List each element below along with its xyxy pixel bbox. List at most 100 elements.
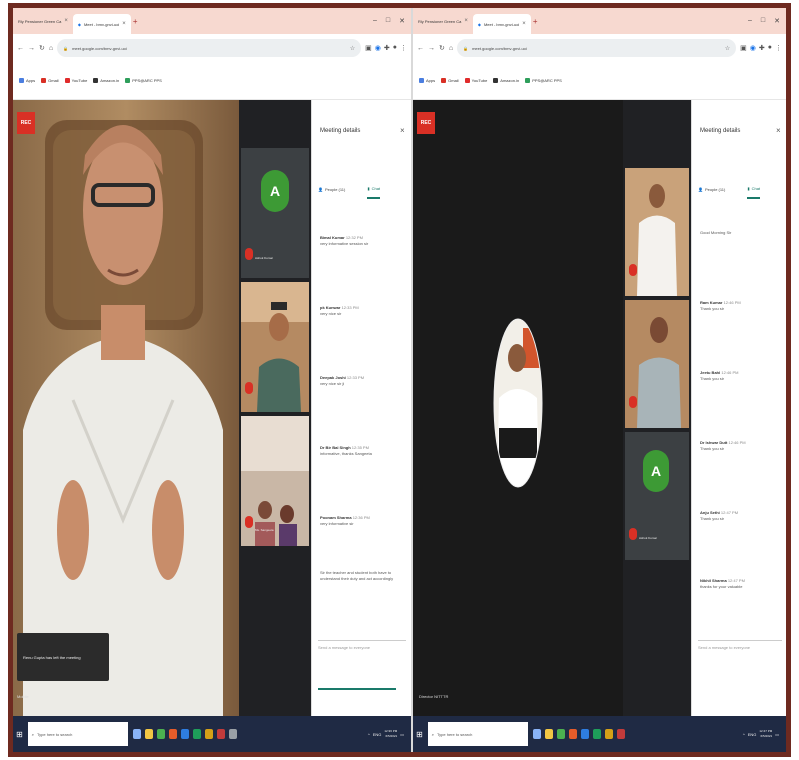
excel-icon[interactable] [592,729,601,739]
self-name-label: Director NITTTR [419,694,449,699]
close-window-icon[interactable]: ✕ [774,17,780,25]
tab-chat[interactable]: ▮ Chat [747,186,761,199]
maximize-icon[interactable]: □ [761,17,765,25]
search-icon: ⌕ [31,731,34,737]
bookmark-gmail[interactable]: Gmail [41,78,59,83]
word-icon[interactable] [180,729,189,739]
minimize-icon[interactable]: – [748,17,752,25]
up-arrow-icon[interactable]: ^ [368,732,370,737]
bookmark-youtube[interactable]: YouTube [464,78,487,83]
back-icon[interactable]: ← [17,45,24,52]
close-window-icon[interactable]: ✕ [399,17,405,25]
excel-icon[interactable] [192,729,201,739]
minimize-icon[interactable]: – [373,17,377,25]
browser-tab[interactable]: Rly Pensioner Green Ca × [413,11,473,31]
close-icon[interactable]: × [400,126,405,135]
new-tab-icon[interactable]: + [533,17,538,26]
clock[interactable]: 12:36 PM 6/5/2021 [384,729,397,739]
chat-icon: ▮ [747,186,750,191]
windows-start-icon[interactable]: ⊞ [416,730,423,739]
close-icon[interactable]: × [776,126,781,135]
notification-icon[interactable]: ▭ [775,732,779,737]
home-icon[interactable]: ⌂ [449,45,453,52]
tab-people[interactable]: 👤 People (11) [698,186,725,199]
tab-label: Meet - bmv-gnvi-uoi [83,21,120,27]
task-view-icon[interactable] [132,729,141,739]
menu-icon[interactable]: ⋮ [400,44,407,52]
chrome-icon[interactable] [156,729,165,739]
windows-taskbar: ⊞ ⌕ Type here to search ^ ENG 12:47 PM 6… [413,716,786,752]
chat-message: Deepak Joshi 12:33 PM very nice sir ji [320,375,365,386]
bookmark-pps[interactable]: PPS@ARC PPS [525,78,562,83]
panel-title: Meeting details [320,128,361,134]
forward-icon[interactable]: → [428,45,435,52]
extension-icon[interactable]: ◉ [750,44,756,52]
participant-tile[interactable] [241,282,309,412]
profile-icon[interactable]: ● [393,44,397,52]
powerpoint-icon[interactable] [216,729,225,739]
browser-tab-active[interactable]: ◆ Meet - bmv-gnvi-uoi × [472,14,531,34]
tab-people[interactable]: 👤 People (11) [318,186,345,199]
url-field[interactable]: 🔒 meet.google.com/bmv-gnvi-uoi ☆ [457,39,737,57]
windows-start-icon[interactable]: ⊞ [16,730,23,739]
participant-tile[interactable] [625,300,689,428]
bookmark-apps[interactable]: Apps [419,78,435,83]
recording-icon: REC [417,112,435,134]
home-icon[interactable]: ⌂ [49,45,53,52]
participant-tile[interactable]: A Ashok Kumar [625,432,689,560]
file-explorer-icon[interactable] [544,729,553,739]
extension-icon[interactable]: ◉ [375,44,381,52]
forward-icon[interactable]: → [28,45,35,52]
puzzle-icon[interactable]: ✚ [759,44,765,52]
extensions: ▣ ◉ ✚ ● ⋮ [740,44,782,52]
chrome-icon[interactable] [556,729,565,739]
file-explorer-icon[interactable] [144,729,153,739]
menu-icon[interactable]: ⋮ [775,44,782,52]
browser-tab-active[interactable]: ◆ Meet - bmv-gnvi-uoi × [72,14,131,34]
app-icon[interactable] [228,729,237,739]
task-view-icon[interactable] [532,729,541,739]
participant-tile[interactable] [625,168,689,296]
taskbar-search[interactable]: ⌕ Type here to search [27,722,128,746]
close-icon[interactable]: × [64,18,68,24]
bookmark-pps[interactable]: PPS@ARC PPS [125,78,162,83]
puzzle-icon[interactable]: ✚ [384,44,390,52]
participant-tile[interactable]: A Ashok Kumar [241,148,309,278]
maximize-icon[interactable]: □ [386,17,390,25]
camera-icon[interactable]: ▣ [365,44,372,52]
reload-icon[interactable]: ↻ [39,44,45,52]
notification-icon[interactable]: ▭ [400,732,404,737]
bookmark-amazon[interactable]: Amazon.in [493,78,519,83]
back-icon[interactable]: ← [417,45,424,52]
bookmark-apps[interactable]: Apps [19,78,35,83]
bookmark-gmail[interactable]: Gmail [441,78,459,83]
close-icon[interactable]: × [122,21,126,27]
bookmark-star-icon[interactable]: ☆ [725,45,730,52]
folder-icon[interactable] [604,729,613,739]
close-icon[interactable]: × [522,21,526,27]
chat-input[interactable]: Send a message to everyone [318,640,406,650]
up-arrow-icon[interactable]: ^ [743,732,745,737]
camera-icon[interactable]: ▣ [740,44,747,52]
chat-message: Ram Kumar 12:46 PM Thank you sir [700,300,741,311]
bookmark-amazon[interactable]: Amazon.in [93,78,119,83]
chat-input[interactable]: Send a message to everyone [698,640,782,650]
bookmark-youtube[interactable]: YouTube [64,78,87,83]
participant-tile[interactable]: Ms. Sangeeta [241,416,309,546]
taskbar-search[interactable]: ⌕ Type here to search [427,722,528,746]
office-icon[interactable] [168,729,177,739]
word-icon[interactable] [580,729,589,739]
tab-chat[interactable]: ▮ Chat [367,186,381,199]
new-tab-icon[interactable]: + [133,17,138,26]
powerpoint-icon[interactable] [616,729,625,739]
folder-icon[interactable] [204,729,213,739]
office-icon[interactable] [568,729,577,739]
browser-tab[interactable]: Rly Pensioner Green Ca × [13,11,73,31]
profile-icon[interactable]: ● [768,44,772,52]
clock[interactable]: 12:47 PM 6/5/2021 [759,729,772,739]
reload-icon[interactable]: ↻ [439,44,445,52]
url-field[interactable]: 🔒 meet.google.com/bmv-gnvi-uoi ☆ [57,39,362,57]
close-icon[interactable]: × [464,18,468,24]
youtube-icon [464,78,470,83]
bookmark-star-icon[interactable]: ☆ [350,45,355,52]
